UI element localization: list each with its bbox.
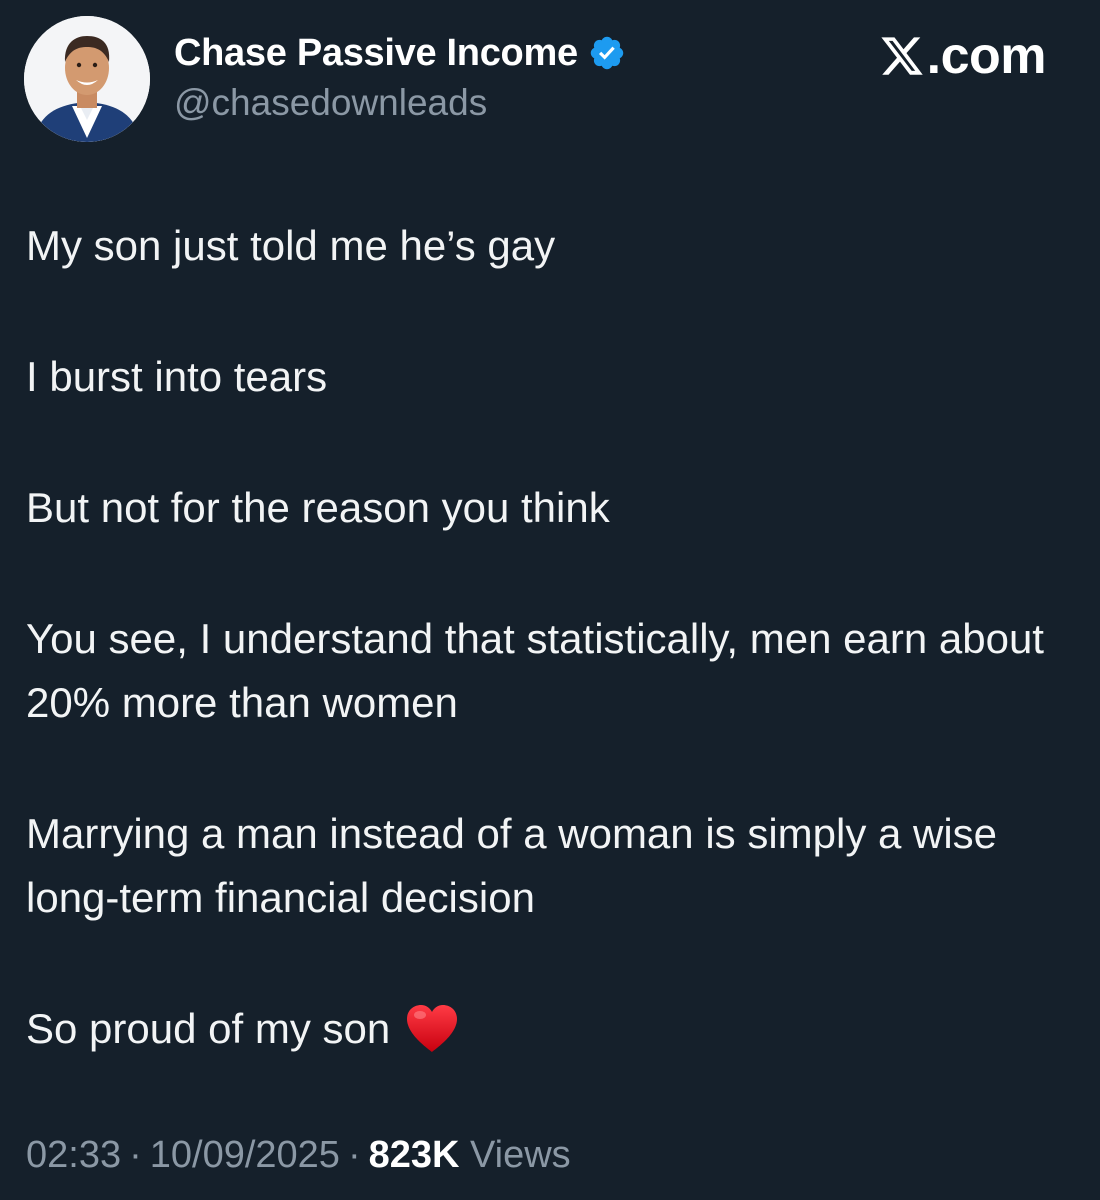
author-display-name[interactable]: Chase Passive Income (174, 32, 578, 75)
brand-suffix: .com (926, 27, 1047, 85)
tweet-paragraph: Marrying a man instead of a woman is sim… (26, 810, 998, 921)
meta-separator: · (129, 1134, 142, 1176)
tweet-body: My son just told me he’s gay I burst int… (26, 214, 1086, 1061)
tweet-meta: 02:33 · 10/09/2025 · 823K Views (26, 1134, 571, 1177)
views-label[interactable]: Views (470, 1134, 571, 1176)
brand-watermark: .com (879, 26, 1047, 86)
tweet-card: Chase Passive Income @chasedownleads .co… (0, 0, 1100, 1200)
meta-separator: · (347, 1134, 361, 1176)
tweet-paragraph-last: So proud of my son (26, 997, 1086, 1061)
avatar[interactable] (24, 16, 150, 142)
author-name-row[interactable]: Chase Passive Income (174, 30, 626, 76)
tweet-paragraph: I burst into tears (26, 353, 328, 400)
x-logo-icon (879, 33, 925, 79)
tweet-time[interactable]: 02:33 (26, 1134, 121, 1176)
tweet-paragraph: But not for the reason you think (26, 484, 610, 531)
tweet-paragraph: My son just told me he’s gay (26, 222, 556, 269)
tweet-paragraph: You see, I understand that statistically… (26, 615, 1044, 726)
verified-badge-icon (588, 34, 626, 72)
tweet-date[interactable]: 10/09/2025 (150, 1134, 340, 1176)
red-heart-icon (404, 1003, 460, 1055)
author-handle[interactable]: @chasedownleads (174, 82, 487, 124)
views-count[interactable]: 823K (369, 1134, 460, 1176)
tweet-paragraph-text: So proud of my son (26, 1005, 391, 1052)
